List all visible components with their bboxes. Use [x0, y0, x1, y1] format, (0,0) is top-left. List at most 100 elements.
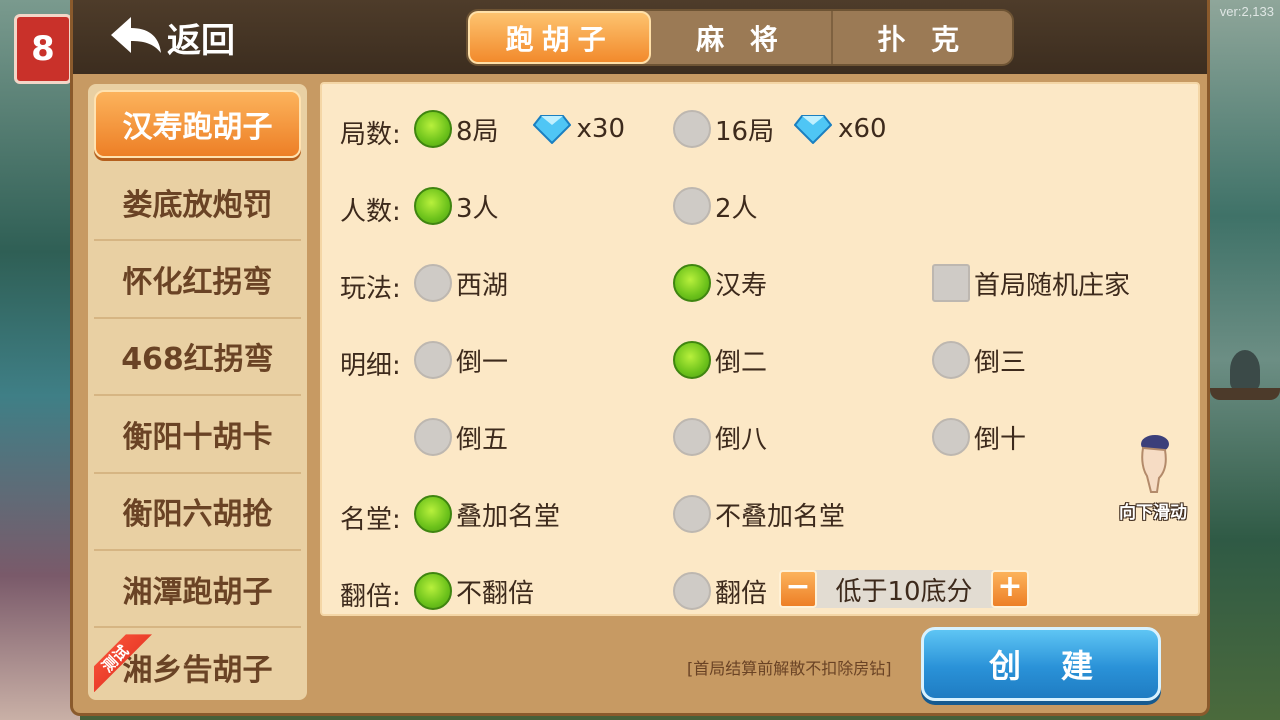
radio-off-icon — [673, 110, 711, 148]
double-row: 翻倍: 不翻倍 翻倍 − 低于10底分 + — [322, 566, 1198, 616]
detail-option-5[interactable]: 倒五 — [414, 416, 508, 458]
option-label: 3人 — [456, 193, 499, 224]
create-room-button[interactable]: 创建 — [921, 627, 1161, 701]
scroll-hint-label: 向下滑动 — [1119, 503, 1187, 523]
back-button[interactable]: 返回 — [109, 12, 235, 62]
option-label: 西湖 — [456, 270, 509, 301]
sidebar-item-hengyang-six[interactable]: 衡阳六胡抢 — [94, 474, 301, 551]
sidebar-item-huaihua[interactable]: 怀化红拐弯 — [94, 241, 301, 319]
mode-option-hanshou[interactable]: 汉寿 — [673, 262, 767, 304]
radio-off-icon — [414, 418, 452, 456]
detail-option-10[interactable]: 倒十 — [932, 416, 1026, 458]
option-label: 不翻倍 — [456, 578, 535, 609]
sidebar-item-hanshou[interactable]: 汉寿跑胡子 — [94, 90, 301, 158]
game-variant-sidebar: 汉寿跑胡子 娄底放炮罚 怀化红拐弯 468红拐弯 衡阳十胡卡 衡阳六胡抢 湘潭跑… — [86, 82, 309, 702]
tab-mahjong[interactable]: 麻 将 — [651, 11, 833, 64]
rounds-label: 局数: — [340, 120, 401, 150]
game-category-tabs: 跑胡子 麻 将 扑 克 — [466, 9, 1014, 66]
stepper-value: 低于10底分 — [835, 576, 973, 607]
tab-poker[interactable]: 扑 克 — [833, 11, 1012, 64]
radio-on-icon — [414, 187, 452, 225]
radio-on-icon — [414, 110, 452, 148]
detail-option-1[interactable]: 倒一 — [414, 339, 508, 381]
back-arrow-icon — [111, 17, 161, 53]
detail-option-2[interactable]: 倒二 — [673, 339, 767, 381]
rounds-row: 局数: 8局 x30 16局 x60 — [322, 104, 1198, 154]
double-threshold-stepper: − 低于10底分 + — [779, 570, 1029, 608]
players-label: 人数: — [340, 197, 401, 227]
back-label: 返回 — [167, 20, 235, 61]
version-label: ver:2,133 — [1219, 4, 1274, 19]
sidebar-item-loudi[interactable]: 娄底放炮罚 — [94, 164, 301, 242]
option-label: 2人 — [715, 193, 758, 224]
option-label: 首局随机庄家 — [974, 270, 1131, 301]
sidebar-item-xiangtan[interactable]: 湘潭跑胡子 — [94, 551, 301, 629]
double-label: 翻倍: — [340, 582, 401, 612]
cost-label: x60 — [838, 114, 887, 144]
detail-row-2: 倒五 倒八 倒十 — [322, 412, 1198, 462]
option-label: 8局 — [456, 116, 499, 147]
option-label: 汉寿 — [715, 270, 768, 301]
mode-row: 玩法: 西湖 汉寿 首局随机庄家 — [322, 258, 1198, 308]
option-label: 16局 — [715, 116, 775, 147]
radio-off-icon — [932, 341, 970, 379]
radio-on-icon — [673, 341, 711, 379]
radio-off-icon — [673, 187, 711, 225]
hall-label: 名堂: — [340, 505, 401, 535]
players-option-2[interactable]: 2人 — [673, 185, 758, 227]
mode-option-xihu[interactable]: 西湖 — [414, 262, 508, 304]
hall-option-no-stack[interactable]: 不叠加名堂 — [673, 493, 845, 535]
checkbox-icon — [932, 264, 970, 302]
diamond-icon — [794, 115, 833, 144]
radio-on-icon — [414, 495, 452, 533]
option-label: 倒十 — [974, 424, 1027, 455]
hall-row: 名堂: 叠加名堂 不叠加名堂 — [322, 489, 1198, 539]
hand-pointer-icon — [1141, 435, 1169, 493]
sidebar-item-hengyang-ten[interactable]: 衡阳十胡卡 — [94, 396, 301, 474]
option-label: 倒二 — [715, 347, 768, 378]
option-label: 叠加名堂 — [456, 501, 561, 532]
radio-off-icon — [673, 572, 711, 610]
radio-on-icon — [673, 264, 711, 302]
players-option-3[interactable]: 3人 — [414, 185, 499, 227]
mode-label: 玩法: — [340, 274, 401, 304]
diamond-icon — [532, 115, 571, 144]
option-label: 倒一 — [456, 347, 509, 378]
radio-off-icon — [414, 341, 452, 379]
boat-decoration — [1210, 388, 1280, 400]
rounds-option-16[interactable]: 16局 x60 — [673, 108, 887, 150]
radio-off-icon — [932, 418, 970, 456]
background-left — [0, 0, 80, 720]
scroll-down-hint: 向下滑动 — [1110, 434, 1196, 523]
option-label: 倒五 — [456, 424, 509, 455]
detail-option-3[interactable]: 倒三 — [932, 339, 1026, 381]
fisherman-decoration — [1230, 350, 1260, 390]
radio-off-icon — [673, 418, 711, 456]
rule-options-area: 局数: 8局 x30 16局 x60 人数: 3人 2人 玩法: 西湖 汉寿 首… — [320, 82, 1200, 616]
sidebar-item-xiangxiang[interactable]: 测试 湘乡告胡子 — [94, 628, 301, 705]
detail-option-8[interactable]: 倒八 — [673, 416, 767, 458]
option-label: 不叠加名堂 — [715, 501, 846, 532]
option-label: 倒八 — [715, 424, 768, 455]
rounds-option-8[interactable]: 8局 x30 — [414, 108, 625, 150]
create-room-panel: 返回 跑胡子 麻 将 扑 克 汉寿跑胡子 娄底放炮罚 怀化红拐弯 468红拐弯 … — [70, 0, 1210, 716]
hall-option-stack[interactable]: 叠加名堂 — [414, 493, 560, 535]
option-label: 倒三 — [974, 347, 1027, 378]
players-row: 人数: 3人 2人 — [322, 181, 1198, 231]
radio-off-icon — [673, 495, 711, 533]
random-banker-checkbox[interactable]: 首局随机庄家 — [932, 262, 1130, 304]
minus-button[interactable]: − — [779, 570, 817, 608]
double-option-none[interactable]: 不翻倍 — [414, 570, 534, 612]
top-bar: 返回 跑胡子 麻 将 扑 克 — [73, 0, 1207, 74]
sidebar-item-468[interactable]: 468红拐弯 — [94, 319, 301, 397]
tab-paohuzi[interactable]: 跑胡子 — [468, 11, 652, 64]
option-label: 翻倍 — [715, 578, 768, 609]
detail-row-1: 明细: 倒一 倒二 倒三 — [322, 335, 1198, 385]
dissolve-note: [首局结算前解散不扣除房钻] — [687, 659, 892, 678]
radio-on-icon — [414, 572, 452, 610]
plus-button[interactable]: + — [991, 570, 1029, 608]
detail-label: 明细: — [340, 351, 401, 381]
radio-off-icon — [414, 264, 452, 302]
game-logo-icon: 8 — [14, 14, 72, 84]
double-option-yes[interactable]: 翻倍 — [673, 570, 767, 612]
